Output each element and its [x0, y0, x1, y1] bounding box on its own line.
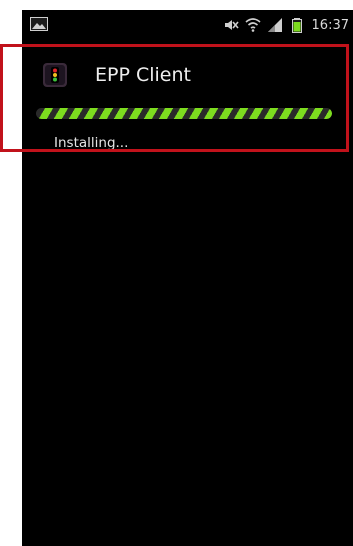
progress-fill — [36, 108, 332, 119]
gallery-icon — [30, 17, 48, 31]
clock: 16:37 — [311, 17, 349, 33]
notification-header[interactable]: EPP Client — [22, 58, 353, 98]
wifi-icon — [245, 18, 261, 32]
mute-icon — [224, 20, 239, 30]
battery-icon — [291, 18, 302, 33]
screen: 16:37 EPP Client Installing... — [22, 10, 353, 546]
signal-icon — [267, 18, 282, 32]
app-name: EPP Client — [95, 64, 191, 86]
progress-bar — [36, 108, 332, 119]
traffic-light-icon — [43, 63, 67, 87]
status-bar: 16:37 — [22, 10, 353, 40]
install-status-text: Installing... — [54, 135, 129, 151]
status-icons: 16:37 — [223, 10, 349, 40]
